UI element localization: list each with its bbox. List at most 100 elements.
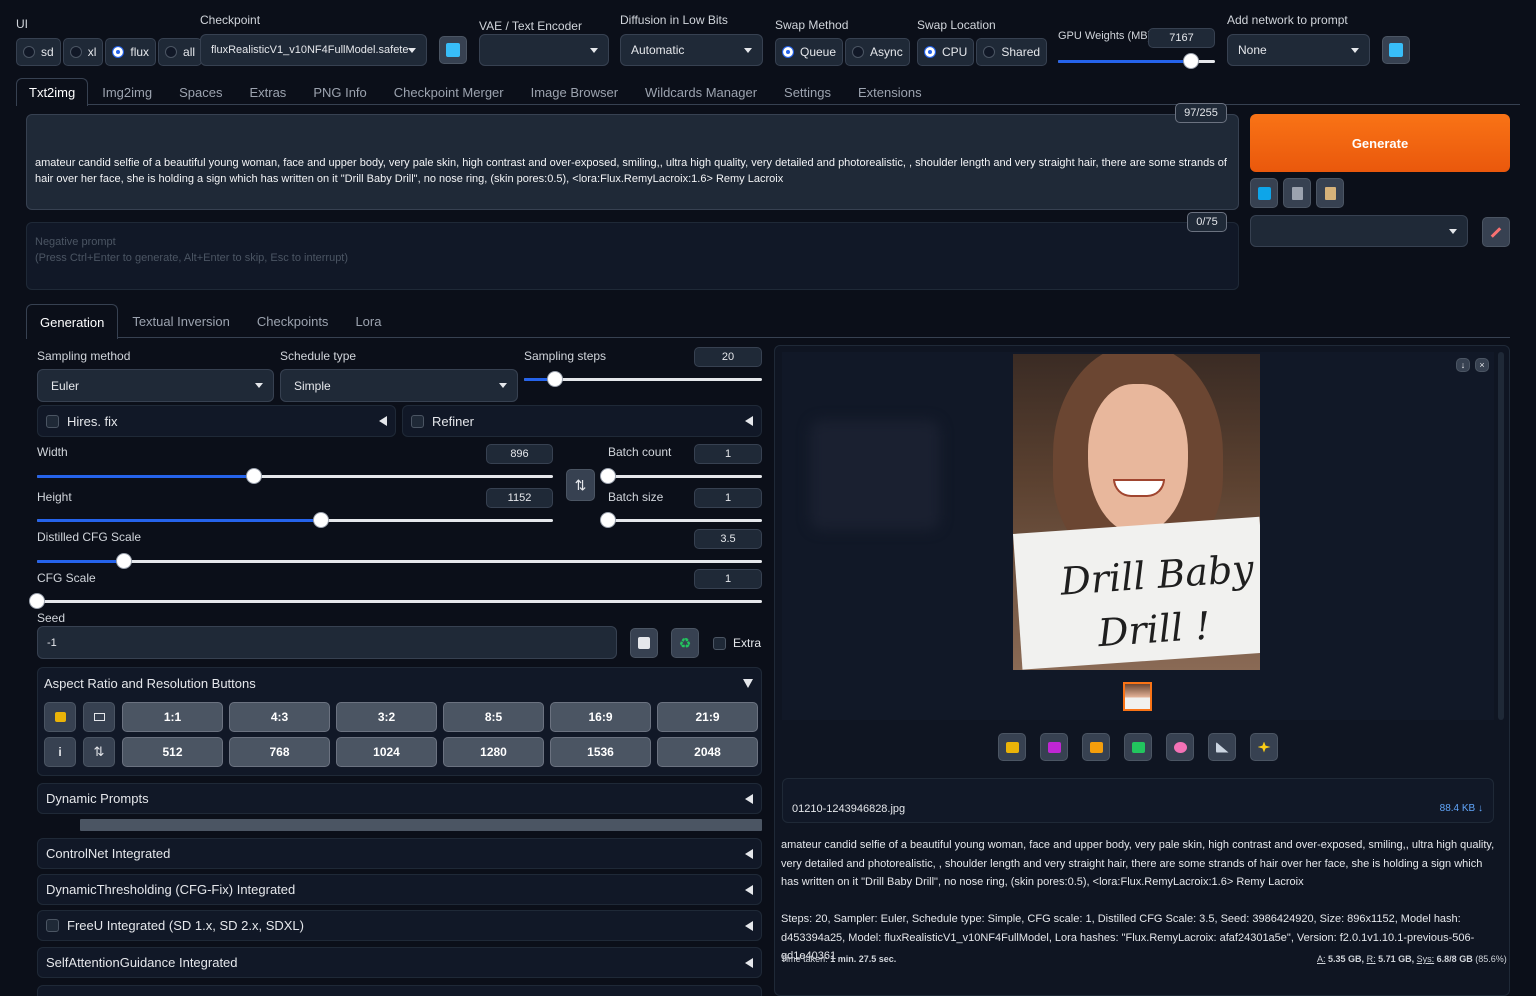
tab-img2img[interactable]: Img2img: [102, 78, 152, 106]
resolution-button-1536[interactable]: 1536: [550, 737, 651, 767]
sampling-steps-slider[interactable]: [524, 371, 762, 387]
download-button[interactable]: ↓: [1456, 358, 1470, 372]
ui-option-all[interactable]: all: [158, 38, 203, 66]
generated-image[interactable]: Drill Baby Drill !: [1013, 354, 1260, 670]
hires-fix-accordion[interactable]: Hires. fix: [37, 405, 396, 437]
vae-dropdown[interactable]: [479, 34, 609, 66]
negative-prompt-textarea[interactable]: Negative prompt (Press Ctrl+Enter to gen…: [26, 222, 1239, 290]
tab-checkpoints[interactable]: Checkpoints: [257, 304, 329, 339]
info-button[interactable]: i: [44, 737, 76, 767]
slider-thumb[interactable]: [1183, 53, 1200, 69]
sampling-steps-input[interactable]: 20: [694, 347, 762, 367]
resolution-button-512[interactable]: 512: [122, 737, 223, 767]
gpu-weights-input[interactable]: 7167: [1148, 28, 1215, 48]
ratio-button-21-9[interactable]: 21:9: [657, 702, 758, 732]
gallery-scrollbar[interactable]: [1498, 352, 1504, 720]
resolution-button-2048[interactable]: 2048: [657, 737, 758, 767]
styles-dropdown[interactable]: [1250, 215, 1468, 247]
paste-prompt-button[interactable]: [1316, 178, 1344, 208]
schedule-type-dropdown[interactable]: Simple: [280, 369, 518, 402]
swap-location-cpu[interactable]: CPU: [917, 38, 975, 66]
resolution-button-1024[interactable]: 1024: [336, 737, 437, 767]
slider-thumb[interactable]: [600, 468, 616, 484]
tab-spaces[interactable]: Spaces: [179, 78, 222, 106]
tab-extensions[interactable]: Extensions: [858, 78, 922, 106]
extra-seed-option[interactable]: Extra: [713, 636, 761, 650]
scrollbar[interactable]: [80, 819, 762, 831]
tab-lora[interactable]: Lora: [355, 304, 381, 339]
refiner-accordion[interactable]: Refiner: [402, 405, 762, 437]
ratio-button-1-1[interactable]: 1:1: [122, 702, 223, 732]
resolution-button-768[interactable]: 768: [229, 737, 330, 767]
ui-option-sd[interactable]: sd: [16, 38, 61, 66]
swap-method-async[interactable]: Async: [845, 38, 910, 66]
height-slider[interactable]: [37, 512, 553, 528]
open-folder-button[interactable]: [998, 733, 1026, 761]
batch-size-input[interactable]: 1: [694, 488, 762, 508]
swap-location-shared[interactable]: Shared: [976, 38, 1048, 66]
gpu-weights-slider[interactable]: [1058, 53, 1215, 69]
refresh-checkpoint-button[interactable]: [439, 36, 467, 64]
batch-count-slider[interactable]: [600, 468, 762, 484]
self-attention-accordion[interactable]: SelfAttentionGuidance Integrated: [37, 947, 762, 978]
collapse-arrow-icon[interactable]: [743, 679, 753, 688]
distilled-cfg-slider[interactable]: [37, 553, 762, 569]
output-filesize[interactable]: 88.4 KB ↓: [1420, 803, 1483, 814]
prompt-textarea[interactable]: amateur candid selfie of a beautiful you…: [26, 114, 1239, 210]
add-network-dropdown[interactable]: None: [1227, 34, 1370, 66]
tab-wildcards-manager[interactable]: Wildcards Manager: [645, 78, 757, 106]
clear-prompt-button[interactable]: [1283, 178, 1311, 208]
tab-textual-inversion[interactable]: Textual Inversion: [132, 304, 230, 339]
tab-settings[interactable]: Settings: [784, 78, 831, 106]
random-seed-button[interactable]: [630, 628, 658, 658]
ratio-button-16-9[interactable]: 16:9: [550, 702, 651, 732]
height-input[interactable]: 1152: [486, 488, 553, 508]
slider-thumb[interactable]: [600, 512, 616, 528]
reuse-seed-button[interactable]: ♻: [671, 628, 699, 658]
cfg-scale-input[interactable]: 1: [694, 569, 762, 589]
checkpoint-dropdown[interactable]: fluxRealisticV1_v10NF4FullModel.safeten: [200, 34, 427, 66]
output-filename[interactable]: 01210-1243946828.jpg: [792, 803, 905, 815]
diffusion-low-bits-dropdown[interactable]: Automatic: [620, 34, 763, 66]
slider-thumb[interactable]: [312, 512, 329, 528]
apply-style-button[interactable]: [1250, 178, 1278, 208]
zip-button[interactable]: [1082, 733, 1110, 761]
edit-styles-button[interactable]: [1482, 217, 1510, 247]
next-accordion[interactable]: [37, 985, 762, 996]
width-slider[interactable]: [37, 468, 553, 484]
tab-extras[interactable]: Extras: [249, 78, 286, 106]
extra-checkbox[interactable]: [713, 636, 726, 650]
ratio-button-4-3[interactable]: 4:3: [229, 702, 330, 732]
dynamic-thresholding-accordion[interactable]: DynamicThresholding (CFG-Fix) Integrated: [37, 874, 762, 905]
cfg-scale-slider[interactable]: [29, 593, 762, 609]
swap-orientation-button[interactable]: ⇅: [83, 737, 115, 767]
send-to-extras-button[interactable]: [1208, 733, 1236, 761]
freeu-accordion[interactable]: FreeU Integrated (SD 1.x, SD 2.x, SDXL): [37, 910, 762, 941]
freeu-checkbox[interactable]: [46, 919, 59, 932]
save-button[interactable]: [1040, 733, 1068, 761]
refiner-checkbox[interactable]: [411, 414, 424, 428]
tab-checkpoint-merger[interactable]: Checkpoint Merger: [394, 78, 504, 106]
lock-ratio-button[interactable]: [44, 702, 76, 732]
tab-txt2img[interactable]: Txt2img: [16, 78, 89, 106]
batch-size-slider[interactable]: [600, 512, 762, 528]
orientation-button[interactable]: [83, 702, 115, 732]
ui-option-flux[interactable]: flux: [105, 38, 157, 66]
slider-thumb[interactable]: [116, 553, 132, 569]
resolution-button-1280[interactable]: 1280: [443, 737, 544, 767]
slider-thumb[interactable]: [29, 593, 45, 609]
dynamic-prompts-accordion[interactable]: Dynamic Prompts: [37, 783, 762, 814]
distilled-cfg-input[interactable]: 3.5: [694, 529, 762, 549]
tab-image-browser[interactable]: Image Browser: [531, 78, 618, 106]
ratio-button-3-2[interactable]: 3:2: [336, 702, 437, 732]
tab-generation[interactable]: Generation: [26, 304, 119, 339]
swap-method-queue[interactable]: Queue: [775, 38, 844, 66]
generate-button[interactable]: Generate: [1250, 114, 1510, 172]
upscale-button[interactable]: [1250, 733, 1278, 761]
send-to-inpaint-button[interactable]: [1166, 733, 1194, 761]
controlnet-accordion[interactable]: ControlNet Integrated: [37, 838, 762, 869]
slider-thumb[interactable]: [546, 371, 563, 387]
seed-input[interactable]: -1: [37, 626, 617, 659]
send-to-img2img-button[interactable]: [1124, 733, 1152, 761]
width-input[interactable]: 896: [486, 444, 553, 464]
